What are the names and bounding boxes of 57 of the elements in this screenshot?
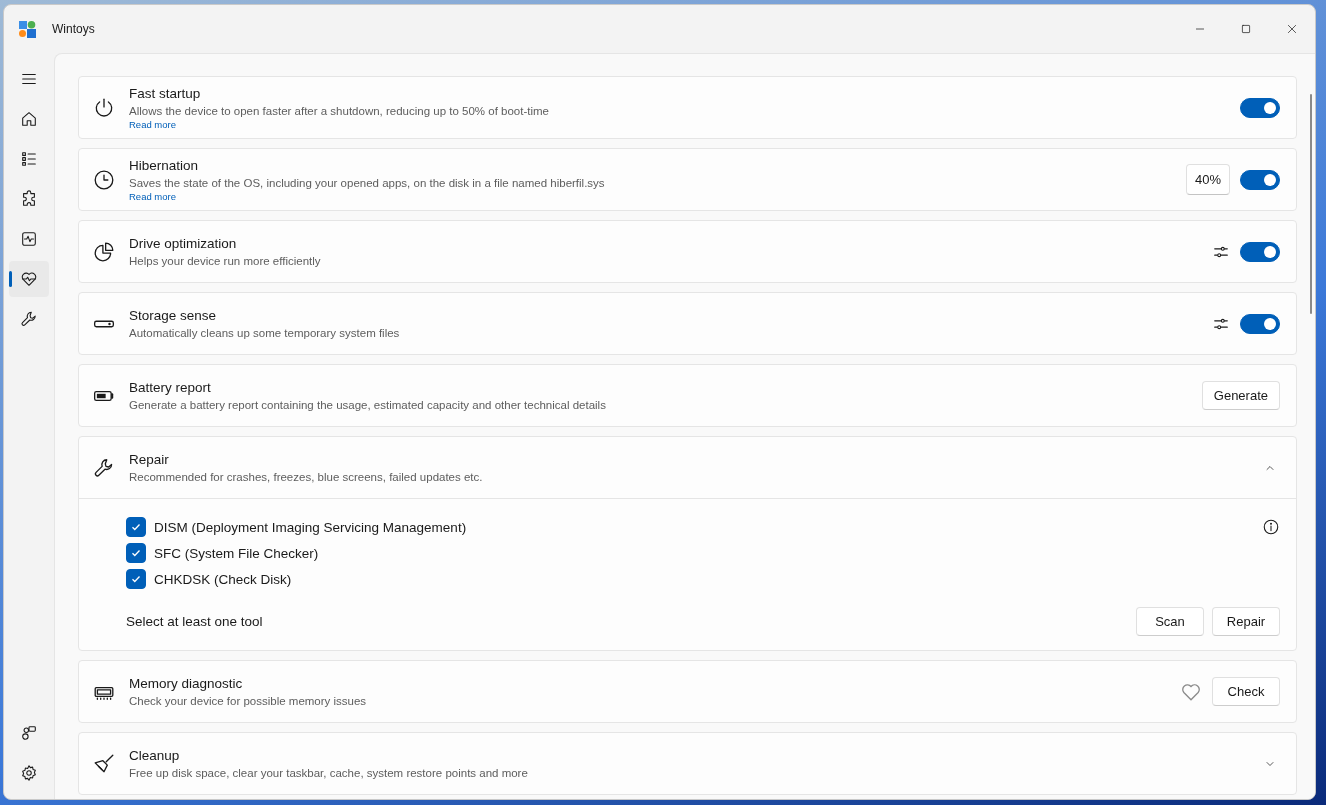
setting-description: Generate a battery report containing the usage, estimated capacity and other technical details xyxy=(129,397,607,413)
setting-title: Memory diagnostic xyxy=(129,674,244,693)
checkbox-label: CHKDSK (Check Disk) xyxy=(154,571,293,587)
setting-title: Hibernation xyxy=(129,156,200,175)
home-icon xyxy=(20,110,38,128)
puzzle-icon xyxy=(20,190,38,208)
power-icon xyxy=(93,96,115,119)
checkbox[interactable] xyxy=(126,543,146,563)
setting-description: Automatically cleans up some temporary system files xyxy=(129,325,401,341)
setting-description: Helps your device run more efficiently xyxy=(129,253,322,269)
checkmark-icon xyxy=(130,547,142,559)
wrench-icon xyxy=(93,456,115,479)
setting-title: Storage sense xyxy=(129,306,218,325)
info-icon xyxy=(1262,518,1280,536)
setting-description: Allows the device to open faster after a shutdown, reducing up to 50% of boot-time xyxy=(129,103,550,119)
setting-title: Fast startup xyxy=(129,84,202,103)
setting-description: Recommended for crashes, freezes, blue screens, failed updates etc. xyxy=(129,469,484,485)
maximize-icon xyxy=(1240,23,1252,35)
checkmark-icon xyxy=(130,521,142,533)
app-logo-icon xyxy=(19,20,36,38)
action-button[interactable]: Check xyxy=(1212,677,1280,706)
toggle-switch[interactable] xyxy=(1240,241,1280,262)
toggle-switch[interactable] xyxy=(1240,313,1280,334)
close-icon xyxy=(1286,23,1298,35)
wrench-icon xyxy=(20,310,38,328)
read-more-link[interactable]: Read more xyxy=(129,190,176,203)
checkbox-label: SFC (System File Checker) xyxy=(154,545,320,561)
broom-icon xyxy=(93,752,115,775)
list-icon xyxy=(20,150,38,168)
toggle-switch[interactable] xyxy=(1240,169,1280,190)
scrollbar[interactable] xyxy=(1310,94,1312,314)
setting-title: Repair xyxy=(129,450,170,469)
checkmark-icon xyxy=(130,573,142,585)
setting-description: Saves the state of the OS, including your opened apps, on the disk in a file named hiberfil.sys xyxy=(129,175,606,191)
activity-icon xyxy=(20,230,38,248)
checkbox-label: DISM (Deployment Imaging Servicing Management) xyxy=(154,519,468,535)
clock-icon xyxy=(93,168,115,191)
action-button[interactable]: Scan xyxy=(1136,607,1204,636)
action-button[interactable]: Repair xyxy=(1212,607,1280,636)
settings-icon xyxy=(20,764,38,782)
window-title: Wintoys xyxy=(52,22,95,36)
setting-description: Check your device for possible memory issues xyxy=(129,693,368,709)
setting-title: Cleanup xyxy=(129,746,181,765)
read-more-link[interactable]: Read more xyxy=(129,118,176,131)
toggle-switch[interactable] xyxy=(1240,97,1280,118)
heartbeat-icon xyxy=(20,270,38,288)
checkbox[interactable] xyxy=(126,517,146,537)
hint-text: Select at least one tool xyxy=(126,614,264,629)
percentage-value-field[interactable]: 40% xyxy=(1185,164,1230,195)
setting-title: Battery report xyxy=(129,378,212,397)
checkbox[interactable] xyxy=(126,569,146,589)
shapes-icon xyxy=(20,724,38,742)
pie-chart-icon xyxy=(93,240,115,263)
setting-title: Drive optimization xyxy=(129,234,238,253)
action-button[interactable]: Generate xyxy=(1201,381,1280,410)
setting-description: Free up disk space, clear your taskbar, cache, system restore points and more xyxy=(129,765,529,781)
nav-item[interactable] xyxy=(9,261,49,297)
